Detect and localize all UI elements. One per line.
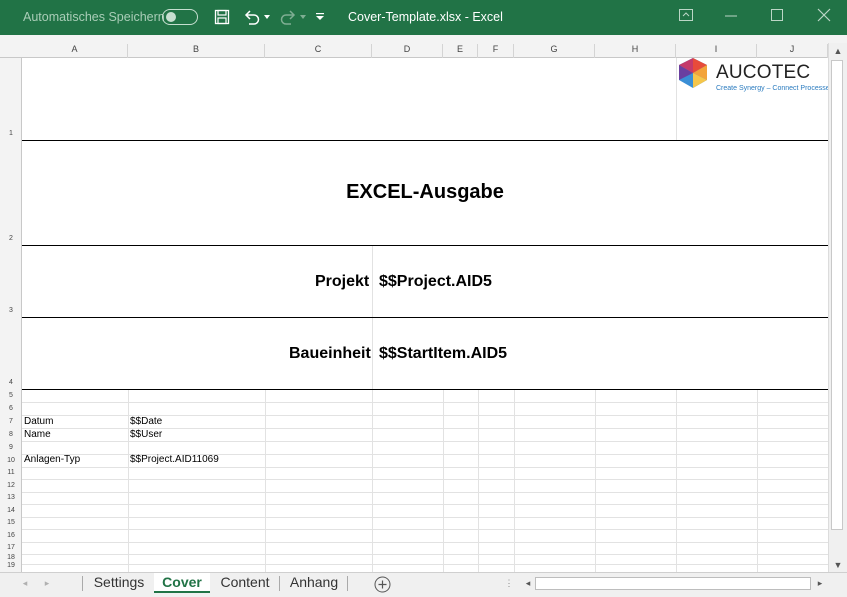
undo-dropdown-icon[interactable]	[262, 7, 272, 27]
vertical-scroll-thumb[interactable]	[831, 60, 843, 530]
border-row1	[22, 140, 828, 141]
redo-dropdown-icon[interactable]	[298, 7, 308, 27]
row-header[interactable]: 2	[0, 235, 22, 242]
window-title: Cover-Template.xlsx - Excel	[348, 10, 503, 24]
projekt-label: Projekt	[315, 273, 370, 290]
row-header[interactable]: 18	[0, 554, 22, 561]
row-header[interactable]: 10	[0, 457, 22, 464]
column-header[interactable]: F	[478, 44, 514, 58]
save-icon[interactable]	[212, 7, 232, 27]
gridline-row	[22, 542, 828, 543]
column-header[interactable]: D	[372, 44, 443, 58]
title-bar: Automatisches Speichern Cover-Template.x…	[0, 0, 847, 35]
row-header[interactable]: 15	[0, 519, 22, 526]
row-header[interactable]: 6	[0, 405, 22, 412]
projekt-value: $$Project.AID5	[379, 273, 492, 290]
split-handle-icon[interactable]: ⋮	[502, 576, 516, 591]
logo-name: AUCOTEC	[716, 62, 811, 83]
new-sheet-icon[interactable]	[374, 576, 391, 597]
minimize-icon[interactable]	[724, 8, 744, 26]
scroll-up-icon[interactable]: ▲	[831, 44, 845, 59]
autosave-toggle[interactable]	[162, 9, 198, 25]
row-header[interactable]: 8	[0, 431, 22, 438]
gridline-row	[22, 492, 828, 493]
gridline-row	[22, 529, 828, 530]
autosave-label: Automatisches Speichern	[23, 10, 165, 24]
logo-tagline: Create Synergy – Connect Processes	[716, 85, 834, 92]
column-header[interactable]: J	[757, 44, 828, 58]
gridline-col	[372, 245, 373, 572]
hscroll-left-icon[interactable]: ◂	[521, 576, 535, 591]
row-header[interactable]: 9	[0, 444, 22, 451]
tab-cover[interactable]: Cover	[154, 573, 210, 593]
row-header[interactable]: 12	[0, 482, 22, 489]
row-header[interactable]: 5	[0, 392, 22, 399]
gridline-col	[595, 389, 596, 572]
column-header[interactable]: I	[676, 44, 757, 58]
border-row2	[22, 245, 828, 246]
row-header[interactable]: 11	[0, 469, 22, 476]
sheet-title: EXCEL-Ausgabe	[346, 181, 504, 203]
border-row3	[22, 317, 828, 318]
hscroll-right-icon[interactable]: ▸	[813, 576, 827, 591]
baueinheit-label: Baueinheit	[289, 345, 371, 362]
column-header[interactable]: A	[22, 44, 128, 58]
gridline-row	[22, 504, 828, 505]
row-header[interactable]: 17	[0, 544, 22, 551]
name-value: $$User	[130, 429, 163, 440]
close-icon[interactable]	[817, 8, 837, 26]
scroll-down-icon[interactable]: ▼	[831, 558, 845, 573]
column-header[interactable]: B	[128, 44, 265, 58]
undo-icon[interactable]	[242, 7, 262, 27]
gridline-row	[22, 564, 828, 565]
tab-settings[interactable]: Settings	[86, 573, 152, 593]
gridline-row	[22, 479, 828, 480]
tab-anhang[interactable]: Anhang	[282, 573, 346, 593]
row-header[interactable]: 19	[0, 562, 22, 569]
name-label: Name	[24, 429, 51, 440]
row-header[interactable]: 13	[0, 494, 22, 501]
gridline-row	[22, 402, 828, 403]
row-header[interactable]: 4	[0, 379, 22, 386]
horizontal-scroll-thumb[interactable]	[535, 577, 811, 590]
row-header[interactable]: 1	[0, 130, 22, 137]
gridline-row	[22, 441, 828, 442]
tab-scroll-right-icon[interactable]: ▸	[40, 576, 54, 591]
gridline-col	[128, 389, 129, 572]
anlagentyp-label: Anlagen-Typ	[24, 454, 81, 465]
column-header[interactable]: C	[265, 44, 372, 58]
row-header[interactable]: 14	[0, 507, 22, 514]
column-header[interactable]: H	[595, 44, 676, 58]
row-header[interactable]: 3	[0, 307, 22, 314]
column-header[interactable]: E	[443, 44, 478, 58]
redo-icon[interactable]	[278, 7, 298, 27]
gridline-row	[22, 517, 828, 518]
ribbon-display-icon[interactable]	[678, 8, 698, 26]
datum-label: Datum	[24, 416, 54, 427]
baueinheit-value: $$StartItem.AID5	[379, 345, 508, 362]
toggle-knob	[166, 12, 176, 22]
gridline-row	[22, 467, 828, 468]
tab-content[interactable]: Content	[212, 573, 278, 593]
tab-scroll-left-icon[interactable]: ◂	[18, 576, 32, 591]
gridline-col	[478, 389, 479, 572]
column-header[interactable]: G	[514, 44, 595, 58]
maximize-icon[interactable]	[770, 8, 790, 26]
tab-separator	[347, 576, 348, 591]
gridline-col	[443, 389, 444, 572]
datum-value: $$Date	[130, 416, 163, 427]
border-row4	[22, 389, 828, 390]
tab-separator	[279, 576, 280, 591]
ribbon-strip	[0, 35, 847, 43]
gridline-col	[265, 389, 266, 572]
row-header[interactable]: 7	[0, 418, 22, 425]
tab-separator	[82, 576, 83, 591]
gridline-col	[676, 389, 677, 572]
gridline-col	[514, 389, 515, 572]
gridline-row	[22, 554, 828, 555]
gridline-col	[757, 389, 758, 572]
row-header[interactable]: 16	[0, 532, 22, 539]
customize-qat-icon[interactable]	[314, 7, 326, 27]
anlagentyp-value: $$Project.AID11069	[130, 454, 219, 465]
